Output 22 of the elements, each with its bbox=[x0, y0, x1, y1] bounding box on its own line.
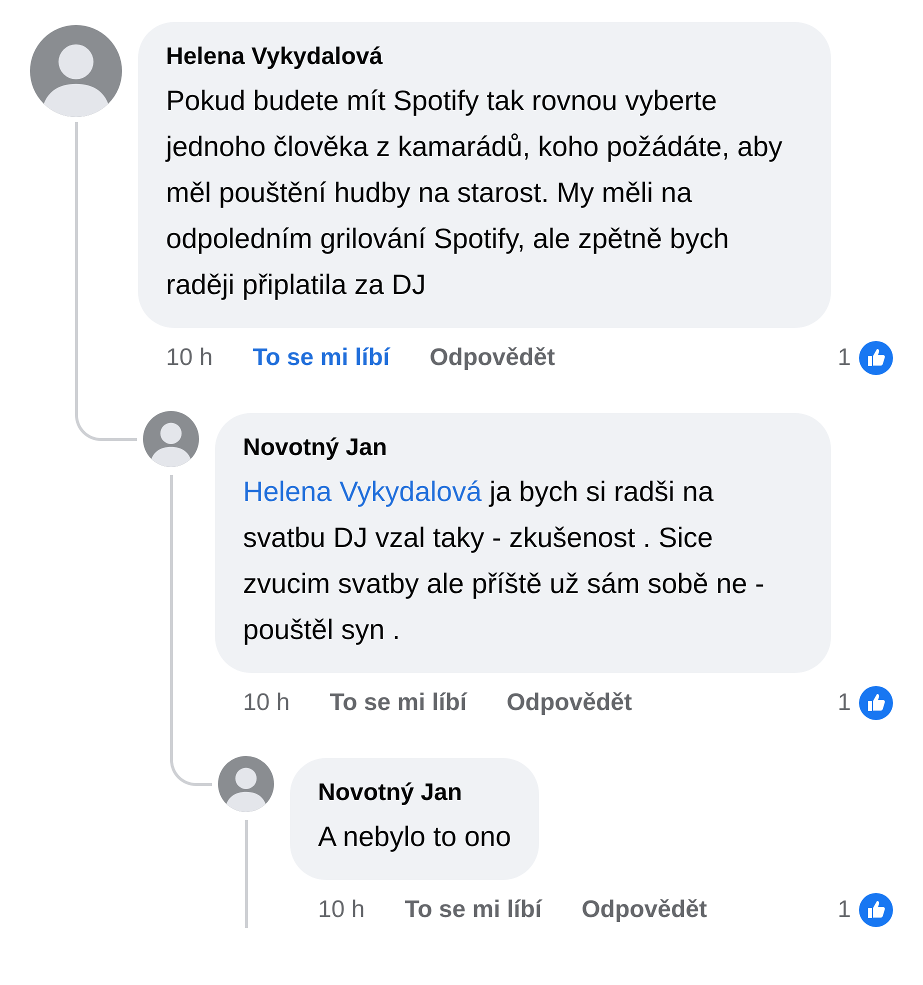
reply-link[interactable]: Odpovědět bbox=[582, 896, 707, 924]
like-reaction-icon[interactable] bbox=[859, 893, 893, 927]
like-link[interactable]: To se mi líbí bbox=[330, 689, 467, 717]
comment-text: A nebylo to ono bbox=[318, 820, 512, 854]
reply-link[interactable]: Odpovědět bbox=[430, 344, 555, 372]
like-link[interactable]: To se mi líbí bbox=[252, 344, 390, 372]
author-name[interactable]: Novotný Jan bbox=[243, 433, 388, 463]
timestamp[interactable]: 10 h bbox=[243, 689, 290, 717]
timestamp[interactable]: 10 h bbox=[318, 896, 365, 924]
comment-text: Pokud budete mít Spotify tak rovnou vyberte jednoho člověka z kamarádů, koho požádáte, aby měl pouštění hudby na starost. My měli na odpoledním grilování Spotify, ale zpětně bych raději připlatila za DJ bbox=[166, 84, 784, 302]
reaction-count: 1 bbox=[838, 689, 851, 717]
reaction-count: 1 bbox=[838, 344, 851, 372]
author-name[interactable]: Novotný Jan bbox=[318, 778, 462, 808]
reply-link[interactable]: Odpovědět bbox=[506, 689, 632, 717]
reaction-count: 1 bbox=[838, 896, 851, 924]
mention-link[interactable]: Helena Vykydalová bbox=[243, 476, 482, 507]
timestamp[interactable]: 10 h bbox=[166, 344, 213, 372]
like-link[interactable]: To se mi líbí bbox=[404, 896, 542, 924]
like-reaction-icon[interactable] bbox=[859, 686, 893, 720]
author-name[interactable]: Helena Vykydalová bbox=[166, 42, 383, 72]
like-reaction-icon[interactable] bbox=[859, 341, 893, 375]
comment-text: Helena Vykydalová ja bych si radši na svatbu DJ vzal taky - zkušenost . Sice zvucim svatby ale příště už sám sobě ne - pouštěl syn . bbox=[243, 475, 766, 647]
